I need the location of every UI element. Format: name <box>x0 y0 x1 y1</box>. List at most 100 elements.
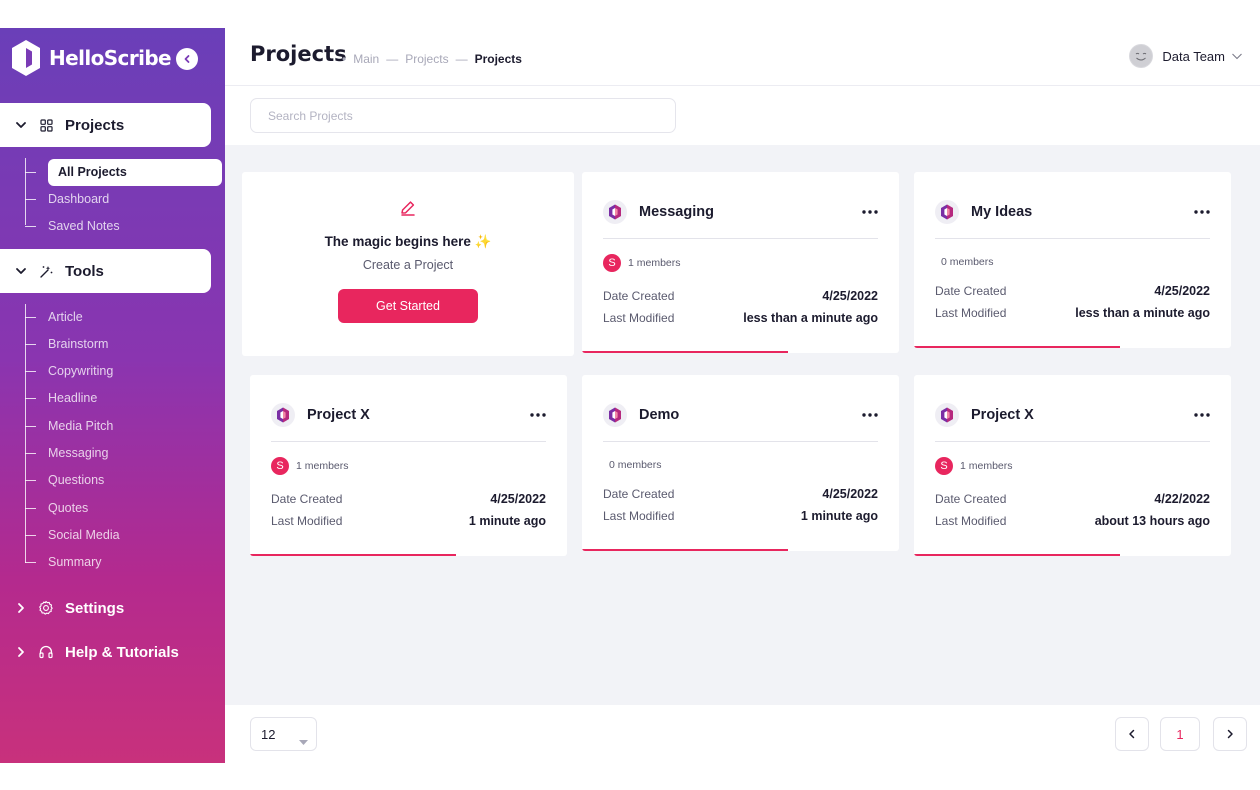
user-menu[interactable]: Data Team <box>1129 44 1243 68</box>
brand-name: HelloScribe <box>49 46 172 70</box>
chevron-down-icon <box>1232 53 1242 60</box>
more-horizontal-icon <box>862 210 878 214</box>
breadcrumb-item-projects[interactable]: Projects <box>405 52 448 66</box>
previous-page-button[interactable] <box>1115 717 1149 751</box>
sidebar-item-saved-notes[interactable]: Saved Notes <box>25 213 120 239</box>
sidebar: HelloScribe Projects All Projects Dashbo… <box>0 28 225 763</box>
sidebar-item-brainstorm[interactable]: Brainstorm <box>25 331 108 357</box>
chevron-right-icon <box>18 647 24 657</box>
last-modified-label: Last Modified <box>603 311 675 325</box>
project-icon <box>603 403 627 427</box>
progress-bar <box>582 549 789 551</box>
last-modified-value: less than a minute ago <box>743 311 878 325</box>
last-modified-value: 1 minute ago <box>800 509 878 523</box>
chevron-down-icon <box>16 122 26 128</box>
pagination-bar: 12 1 <box>225 705 1260 763</box>
last-modified-value: less than a minute ago <box>1075 306 1210 320</box>
project-name: Project X <box>971 407 1034 423</box>
sidebar-group-settings[interactable]: Settings <box>0 586 211 630</box>
last-modified-label: Last Modified <box>935 306 1007 320</box>
project-name: Demo <box>639 407 680 423</box>
project-card[interactable]: Messaging S 1 members Date Created 4/25/2… <box>582 172 899 353</box>
project-name: My Ideas <box>971 204 1033 220</box>
member-avatar: S <box>271 457 289 475</box>
projects-submenu: All Projects Dashboard Saved Notes <box>0 158 225 238</box>
more-options-button[interactable] <box>1194 413 1210 417</box>
project-card[interactable]: Project X S 1 members Date Created 4/22/2… <box>914 375 1231 556</box>
project-members: S 1 members <box>603 253 681 273</box>
sidebar-group-label: Help & Tutorials <box>65 643 179 661</box>
create-title: The magic begins here ✨ <box>324 234 492 249</box>
sidebar-item-copywriting[interactable]: Copywriting <box>25 358 113 384</box>
sidebar-item-headline[interactable]: Headline <box>25 385 97 411</box>
top-bar: Projects • Main — Projects — Projects Da… <box>225 28 1260 86</box>
date-created-label: Date Created <box>271 492 343 506</box>
more-horizontal-icon <box>530 413 546 417</box>
project-members: S 1 members <box>271 456 349 476</box>
sidebar-item-media-pitch[interactable]: Media Pitch <box>25 413 113 439</box>
breadcrumb-item-main[interactable]: Main <box>353 52 379 66</box>
progress-bar <box>914 554 1121 556</box>
date-created-label: Date Created <box>603 487 675 501</box>
date-created-label: Date Created <box>935 284 1007 298</box>
last-modified-label: Last Modified <box>935 514 1007 528</box>
project-members: 0 members <box>609 459 662 471</box>
next-page-button[interactable] <box>1213 717 1247 751</box>
last-modified-label: Last Modified <box>271 514 343 528</box>
sidebar-group-projects[interactable]: Projects <box>0 103 211 147</box>
per-page-select[interactable]: 12 <box>250 717 317 751</box>
sidebar-item-article[interactable]: Article <box>25 304 83 330</box>
project-icon <box>935 403 959 427</box>
sidebar-item-messaging[interactable]: Messaging <box>25 440 108 466</box>
breadcrumb-dot: • <box>342 52 347 66</box>
chevron-left-icon <box>1129 729 1135 739</box>
user-name: Data Team <box>1162 48 1225 64</box>
chevron-right-icon <box>18 603 24 613</box>
page-number-button[interactable]: 1 <box>1160 717 1200 751</box>
gear-icon <box>39 600 53 615</box>
project-icon <box>935 200 959 224</box>
project-card[interactable]: My Ideas 0 members Date Created 4/25/2022… <box>914 172 1231 348</box>
create-project-card: The magic begins here ✨ Create a Project… <box>242 172 574 356</box>
logo-icon <box>12 40 40 76</box>
sidebar-group-tools[interactable]: Tools <box>0 249 211 293</box>
sidebar-item-summary[interactable]: Summary <box>25 549 101 575</box>
last-modified-label: Last Modified <box>603 509 675 523</box>
chevron-left-icon <box>184 55 190 63</box>
pencil-icon <box>401 201 415 216</box>
date-created-value: 4/25/2022 <box>822 487 878 501</box>
sidebar-item-social-media[interactable]: Social Media <box>25 522 120 548</box>
sidebar-group-label: Tools <box>65 262 104 280</box>
sidebar-item-all-projects[interactable]: All Projects <box>25 158 222 186</box>
project-card[interactable]: Project X S 1 members Date Created 4/25/2… <box>250 375 567 556</box>
sidebar-item-quotes[interactable]: Quotes <box>25 495 88 521</box>
more-options-button[interactable] <box>862 210 878 214</box>
sidebar-group-label: Settings <box>65 599 125 617</box>
search-input[interactable] <box>250 98 676 133</box>
sidebar-item-questions[interactable]: Questions <box>25 467 104 493</box>
sidebar-item-dashboard[interactable]: Dashboard <box>25 186 109 212</box>
date-created-value: 4/22/2022 <box>1154 492 1210 506</box>
project-card[interactable]: Demo 0 members Date Created 4/25/2022 Las… <box>582 375 899 551</box>
date-created-value: 4/25/2022 <box>822 289 878 303</box>
sparkle-icon: ✨ <box>474 234 492 249</box>
sidebar-group-label: Projects <box>65 116 125 134</box>
date-created-label: Date Created <box>603 289 675 303</box>
member-avatar: S <box>935 457 953 475</box>
collapse-sidebar-button[interactable] <box>176 48 198 70</box>
project-members: 0 members <box>941 256 994 268</box>
caret-down-icon <box>299 740 308 745</box>
sidebar-group-help[interactable]: Help & Tutorials <box>0 630 211 674</box>
more-options-button[interactable] <box>862 413 878 417</box>
chevron-down-icon <box>16 268 26 274</box>
more-options-button[interactable] <box>530 413 546 417</box>
project-members: S 1 members <box>935 456 1013 476</box>
breadcrumb-item-current: Projects <box>474 52 522 66</box>
last-modified-value: about 13 hours ago <box>1094 514 1210 528</box>
brand[interactable]: HelloScribe <box>10 38 172 78</box>
get-started-button[interactable]: Get Started <box>338 289 478 323</box>
date-created-value: 4/25/2022 <box>490 492 546 506</box>
more-options-button[interactable] <box>1194 210 1210 214</box>
project-icon <box>271 403 295 427</box>
projects-grid: The magic begins here ✨ Create a Project… <box>225 145 1260 705</box>
